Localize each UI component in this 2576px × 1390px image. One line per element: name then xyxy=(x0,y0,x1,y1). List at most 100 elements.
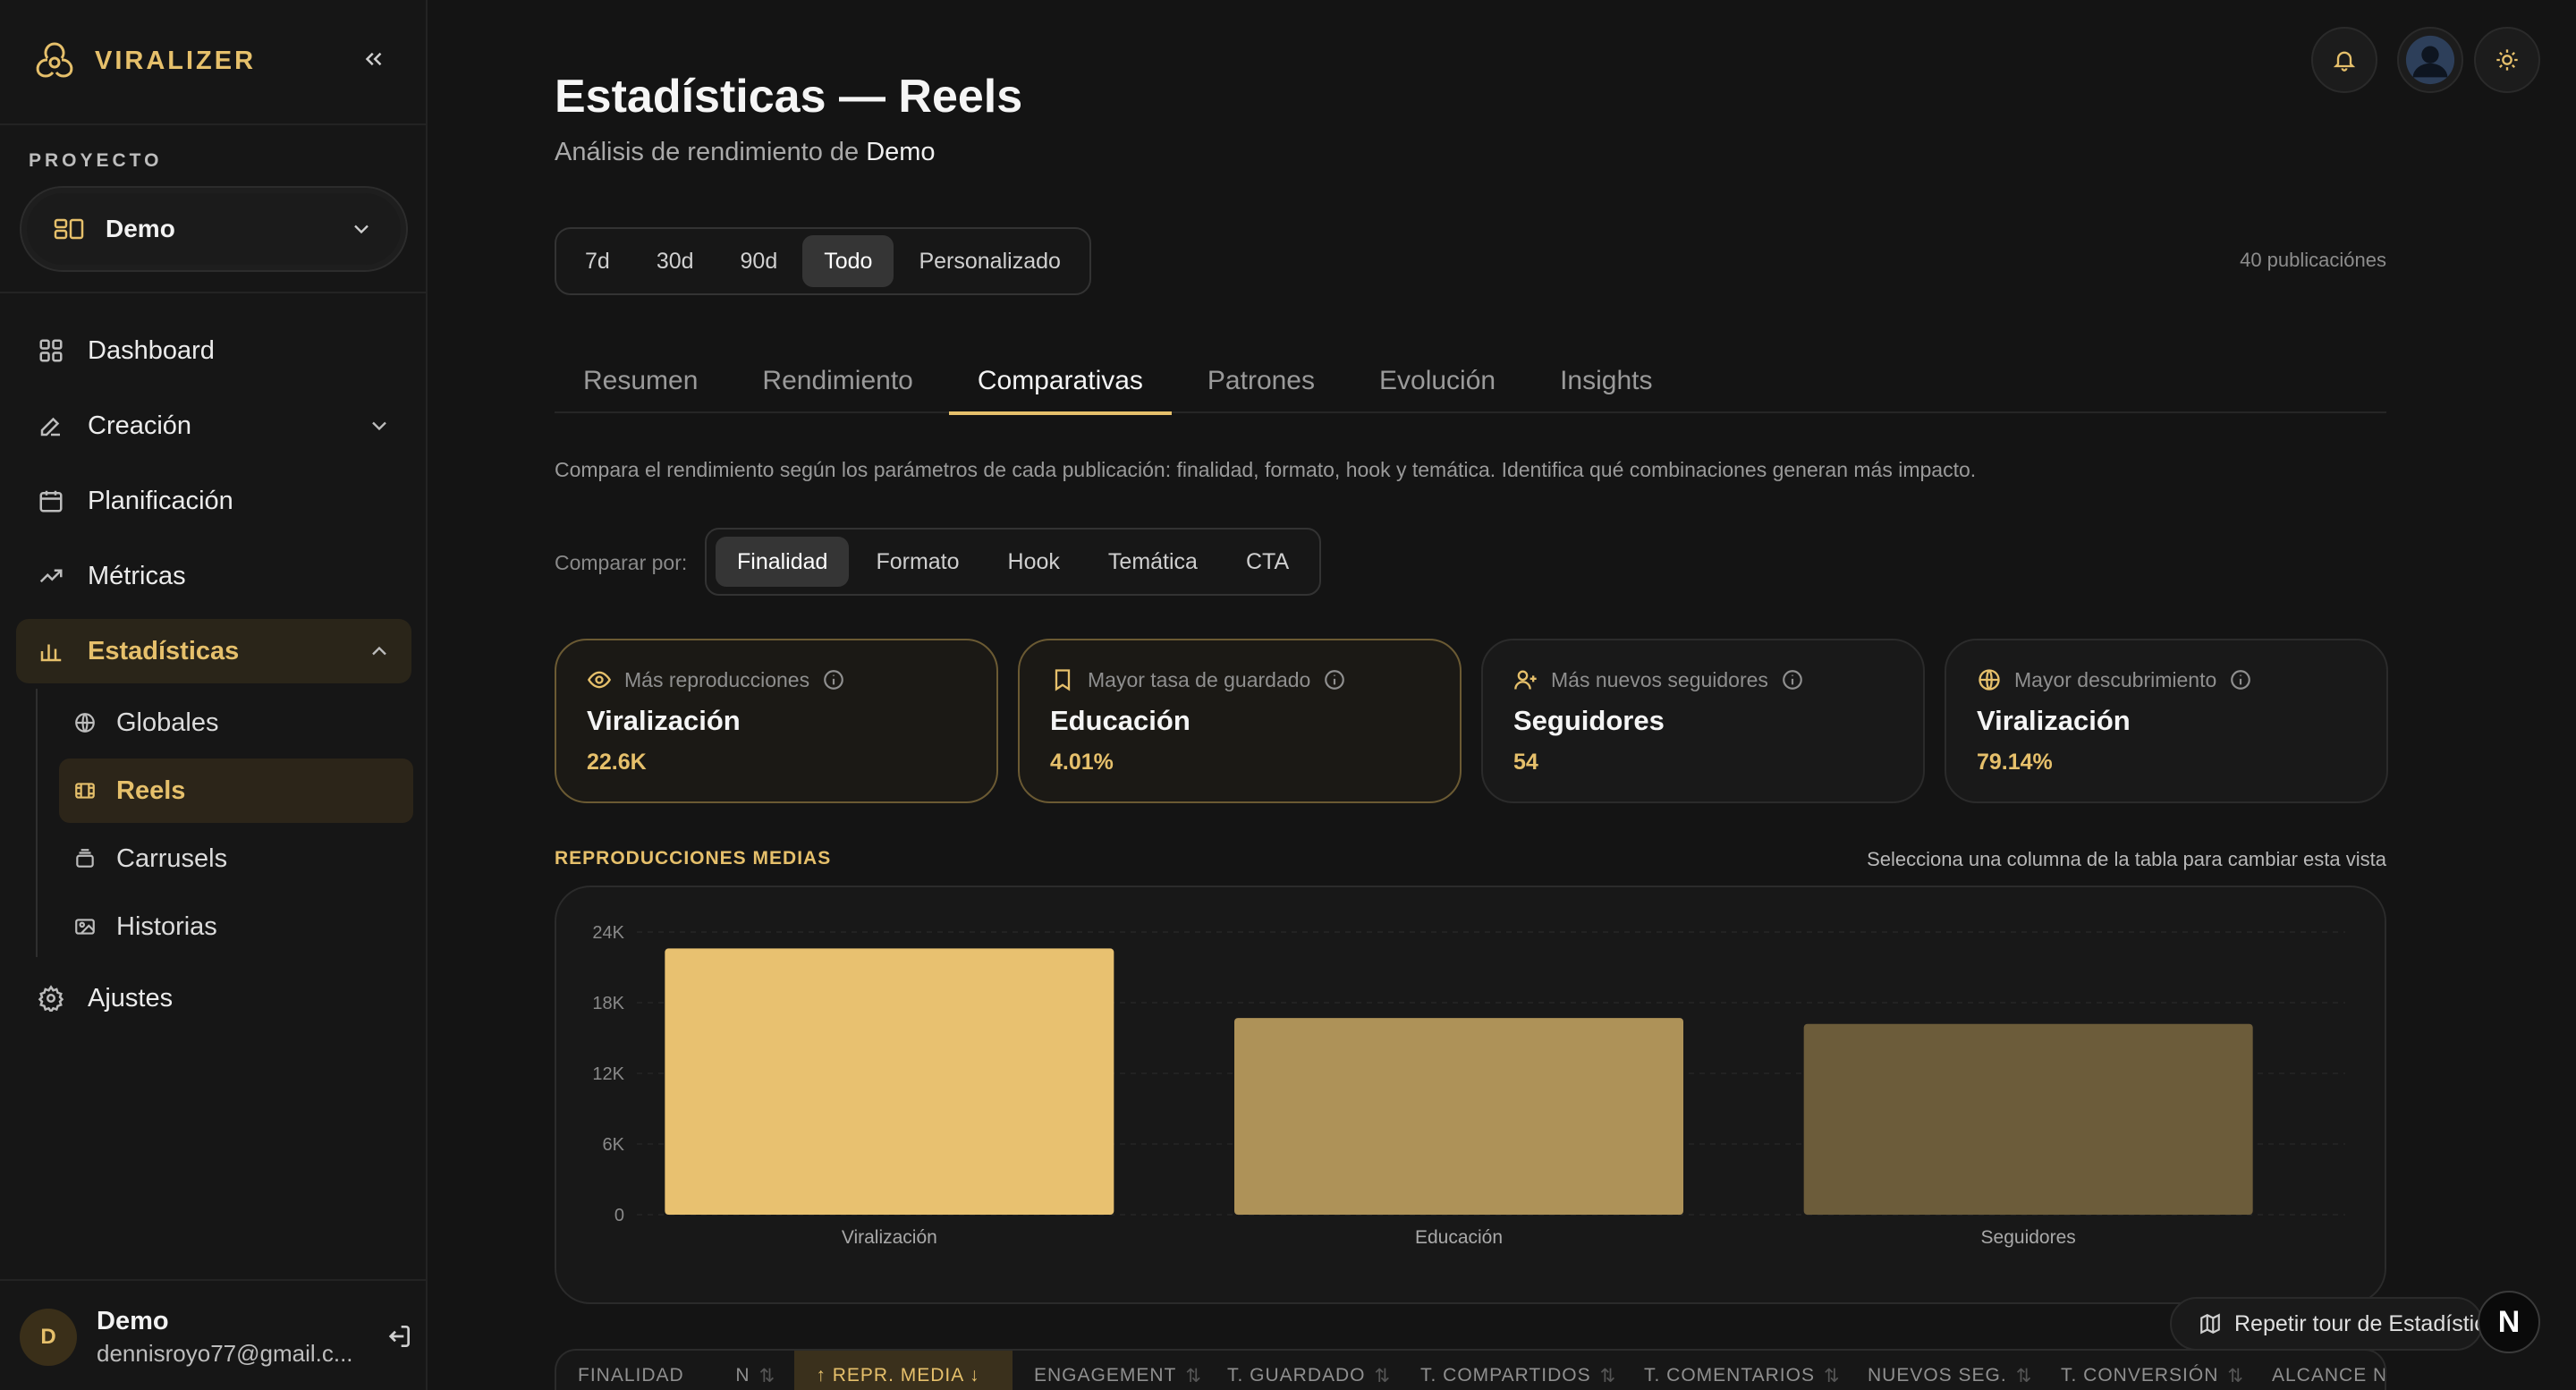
card-value: Seguidores xyxy=(1513,705,1665,736)
collapse-sidebar-button[interactable] xyxy=(356,41,392,77)
range-option[interactable]: Personalizado xyxy=(897,235,1081,287)
table-column-header[interactable]: ALCANCE NO S xyxy=(2250,1351,2385,1390)
subnav-reels[interactable]: Reels xyxy=(59,759,413,823)
subnav-label: Reels xyxy=(116,776,186,805)
compare-selector: Finalidad Formato Hook Temática CTA xyxy=(705,528,1322,596)
bar-seguidores[interactable] xyxy=(1803,1023,2253,1215)
column-label: N xyxy=(735,1365,750,1386)
compare-option[interactable]: Hook xyxy=(987,537,1081,587)
bar-chart: 0 6K 12K 18K 24K Viralización Educación Seguido… xyxy=(592,923,2345,1248)
project-select[interactable]: Demo xyxy=(20,186,408,272)
tab-comparativas[interactable]: Comparativas xyxy=(948,349,1172,415)
table-column-header[interactable]: T. COMENTARIOS ⇅ xyxy=(1623,1351,1846,1390)
bell-icon xyxy=(2333,51,2356,72)
divider xyxy=(0,292,428,293)
tab-bar: Resumen Rendimiento Comparativas Patrones Ev… xyxy=(555,349,2386,415)
profile-button[interactable] xyxy=(2397,27,2463,93)
table-column-header[interactable]: FINALIDAD xyxy=(556,1351,714,1390)
chevron-up-icon xyxy=(372,646,386,656)
range-option[interactable]: 30d xyxy=(635,235,716,287)
card-number: 54 xyxy=(1513,750,1538,775)
range-option[interactable]: 7d xyxy=(564,235,631,287)
brand[interactable]: VIRALIZER xyxy=(30,34,256,88)
submenu-line xyxy=(36,689,38,957)
chevron-down-icon xyxy=(354,225,369,234)
column-label: NUEVOS SEG. xyxy=(1868,1365,2007,1386)
tour-label: Repetir tour de Estadísticas xyxy=(2234,1310,2483,1336)
bar-chart-panel: 0 6K 12K 18K 24K Viralización Educación Seguido… xyxy=(555,886,2386,1304)
logout-icon[interactable] xyxy=(385,1322,413,1351)
sort-icon: ⇅ xyxy=(1185,1366,1202,1386)
divider xyxy=(0,1279,428,1281)
subnav-carrusels[interactable]: Carrusels xyxy=(59,826,413,891)
compare-option[interactable]: Temática xyxy=(1087,537,1219,587)
nav-estadisticas[interactable]: Estadísticas xyxy=(16,619,411,683)
metric-card[interactable]: Más nuevos seguidores Seguidores 54 xyxy=(1481,639,1925,803)
card-label: Más reproducciones xyxy=(624,667,810,691)
section-description: Compara el rendimiento según los parámet… xyxy=(555,458,1977,481)
subnav-globales[interactable]: Globales xyxy=(59,691,413,755)
card-number: 79.14% xyxy=(1977,750,2053,775)
user-profile[interactable]: D Demo dennisroyo77@gmail.c... xyxy=(20,1307,413,1367)
bar-educación[interactable] xyxy=(1234,1018,1683,1215)
bookmark-icon xyxy=(1055,669,1071,691)
project-value: Demo xyxy=(106,215,175,242)
user-name: Demo xyxy=(97,1307,169,1335)
card-label: Mayor descubrimiento xyxy=(2014,667,2217,691)
tab-evolución[interactable]: Evolución xyxy=(1351,349,1524,413)
nav-creacion[interactable]: Creación xyxy=(16,394,411,458)
x-tick-label: Viralización xyxy=(842,1227,937,1248)
nav-dashboard[interactable]: Dashboard xyxy=(16,318,411,383)
info-icon[interactable] xyxy=(822,668,845,691)
tab-patrones[interactable]: Patrones xyxy=(1179,349,1343,413)
metric-card[interactable]: Mayor tasa de guardado Educación 4.01% xyxy=(1018,639,1462,803)
tab-rendimiento[interactable]: Rendimiento xyxy=(733,349,941,413)
info-icon[interactable] xyxy=(1781,668,1804,691)
settings-icon xyxy=(38,985,64,1012)
subnav-label: Carrusels xyxy=(116,843,228,873)
subnav-historias[interactable]: Historias xyxy=(59,894,413,959)
user-avatar-icon xyxy=(2405,35,2455,85)
compare-option[interactable]: CTA xyxy=(1224,537,1310,587)
map-icon xyxy=(2200,1313,2220,1335)
table-column-header[interactable]: ↑ REPR. MEDIA ↓ xyxy=(794,1351,1013,1390)
column-label: T. COMPARTIDOS xyxy=(1420,1365,1591,1386)
page-title: Estadísticas — Reels xyxy=(555,71,1023,123)
globe-icon xyxy=(1979,669,2000,691)
tab-resumen[interactable]: Resumen xyxy=(555,349,726,413)
table-column-header[interactable]: ENGAGEMENT ⇅ xyxy=(1013,1351,1206,1390)
notifications-button[interactable] xyxy=(2311,27,2377,93)
repeat-tour-button[interactable]: Repetir tour de Estadísticas xyxy=(2170,1297,2483,1351)
subtitle-prefix: Análisis de rendimiento de xyxy=(555,138,867,166)
table-column-header[interactable]: NUEVOS SEG. ⇅ xyxy=(1846,1351,2039,1390)
nav-metricas[interactable]: Métricas xyxy=(16,544,411,608)
nav-label: Creación xyxy=(88,411,192,440)
sort-icon: ⇅ xyxy=(1374,1366,1392,1386)
nav-planificacion[interactable]: Planificación xyxy=(16,469,411,533)
info-icon[interactable] xyxy=(1323,668,1346,691)
bar-viralización[interactable] xyxy=(665,948,1114,1215)
nav-ajustes[interactable]: Ajustes xyxy=(16,966,411,1030)
range-option[interactable]: 90d xyxy=(719,235,800,287)
tab-insights[interactable]: Insights xyxy=(1531,349,1681,413)
chart-section-hint: Selecciona una columna de la tabla para … xyxy=(1867,848,2386,870)
metric-card[interactable]: Mayor descubrimiento Viralización 79.14% xyxy=(1945,639,2388,803)
info-icon[interactable] xyxy=(2229,668,2252,691)
range-option[interactable]: Todo xyxy=(802,235,894,287)
compare-option[interactable]: Formato xyxy=(854,537,980,587)
table-column-header[interactable]: N ⇅ xyxy=(714,1351,794,1390)
chevron-down-icon xyxy=(372,421,386,431)
chevrons-left-icon xyxy=(365,52,382,66)
compare-option[interactable]: Finalidad xyxy=(716,537,850,587)
theme-toggle-button[interactable] xyxy=(2474,27,2540,93)
next-logo-button[interactable]: N xyxy=(2478,1291,2540,1353)
trending-up-icon xyxy=(39,569,63,583)
table-column-header[interactable]: T. COMPARTIDOS ⇅ xyxy=(1399,1351,1623,1390)
layers-icon xyxy=(76,849,94,868)
column-label: FINALIDAD xyxy=(578,1365,684,1386)
table-column-header[interactable]: T. CONVERSIÓN ⇅ xyxy=(2039,1351,2250,1390)
y-tick-label: 24K xyxy=(592,923,624,943)
y-tick-label: 6K xyxy=(603,1135,625,1155)
table-column-header[interactable]: T. GUARDADO ⇅ xyxy=(1206,1351,1399,1390)
metric-card[interactable]: Más reproducciones Viralización 22.6K xyxy=(555,639,998,803)
